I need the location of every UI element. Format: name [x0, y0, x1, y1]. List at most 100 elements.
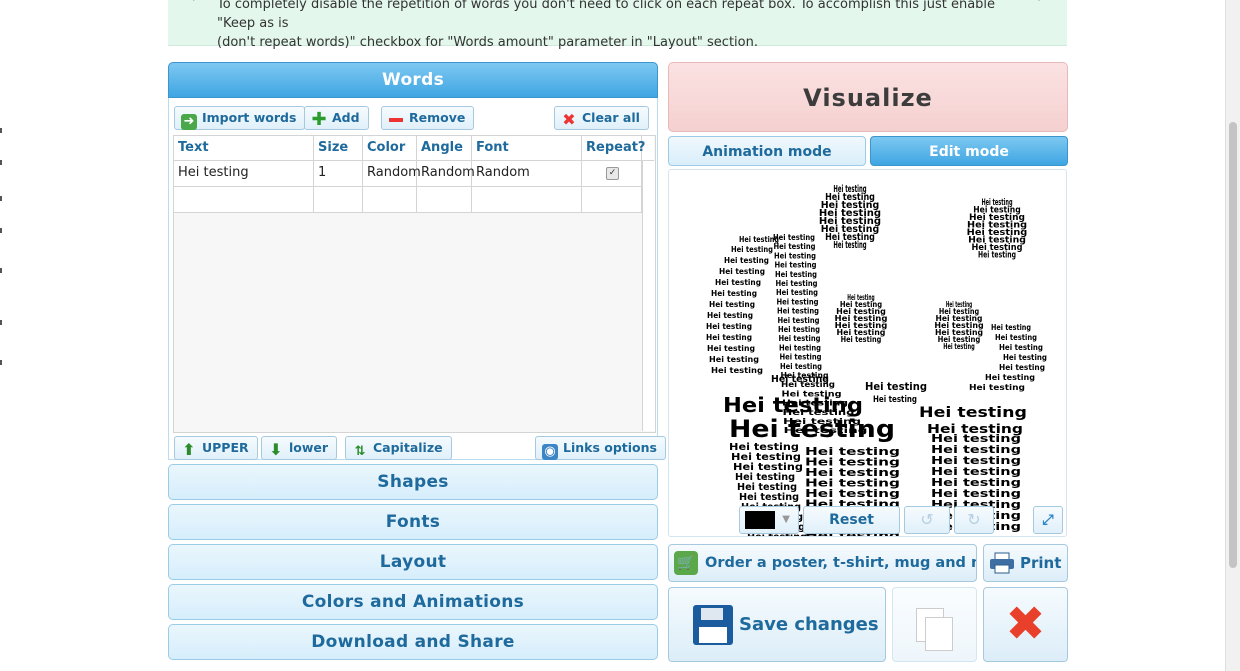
cell-color[interactable]	[363, 187, 417, 212]
layout-section-header[interactable]: Layout	[168, 544, 658, 580]
column-header-text[interactable]: Text	[174, 136, 314, 160]
animation-mode-tab[interactable]: Animation mode	[668, 136, 866, 166]
cloud-word: Hei testing	[775, 270, 817, 279]
redo-icon[interactable]: ↻	[954, 506, 994, 534]
column-header-color[interactable]: Color	[363, 136, 417, 160]
close-button[interactable]: ✖	[983, 587, 1068, 662]
fonts-section-header[interactable]: Fonts	[168, 504, 658, 540]
panda-word-cloud: Hei testingHei testingHei testingHei tes…	[706, 184, 1047, 536]
cloud-word: Hei testing	[707, 344, 755, 353]
cell-color[interactable]: Random	[363, 161, 421, 186]
lowercase-button[interactable]: ⬇ lower	[261, 436, 338, 460]
cloud-word: Hei testing	[780, 362, 822, 371]
table-scroll-gutter	[642, 161, 655, 431]
cloud-word: Hei testing	[723, 393, 863, 417]
cloud-word: Hei testing	[774, 251, 816, 260]
uppercase-button[interactable]: ⬆ UPPER	[174, 436, 258, 460]
visualize-button[interactable]: Visualize	[668, 62, 1068, 132]
cloud-word: Hei testing	[711, 289, 757, 298]
import-words-button[interactable]: ➜ Import words	[174, 106, 306, 130]
cell-text[interactable]	[174, 187, 314, 212]
tip-box: ▼ To completely disable the repetition o…	[168, 0, 1067, 50]
capitalize-label: Capitalize	[373, 440, 443, 455]
save-changes-button[interactable]: Save changes	[668, 587, 886, 662]
add-word-button[interactable]: ✚ Add	[304, 106, 369, 130]
cloud-word: Hei testing	[833, 240, 866, 251]
cloud-word: Hei testing	[776, 288, 818, 297]
fullscreen-icon[interactable]: ⤢	[1033, 506, 1063, 534]
cloud-word: Hei testing	[709, 355, 759, 364]
print-label: Print	[1020, 554, 1062, 572]
add-label: Add	[332, 110, 360, 125]
links-options-button[interactable]: ◉ Links options	[535, 436, 666, 460]
cloud-word: Hei testing	[841, 335, 882, 344]
column-header-font[interactable]: Font	[472, 136, 582, 160]
order-products-button[interactable]: 🛒 Order a poster, t-shirt, mug and more	[668, 544, 977, 582]
shapes-section-header[interactable]: Shapes	[168, 464, 658, 500]
column-header-size[interactable]: Size	[314, 136, 363, 160]
undo-icon[interactable]: ↺	[904, 506, 950, 534]
cloud-word: Hei testing	[731, 245, 773, 254]
arrow-up-icon: ⬆	[182, 440, 196, 459]
cell-size[interactable]: 1	[314, 161, 363, 186]
up-down-arrows-icon: ⇅	[354, 444, 366, 459]
tip-collapse-icon[interactable]: ▼	[1035, 0, 1043, 3]
cell-repeat: ✓	[582, 161, 642, 186]
cloud-word: Hei testing	[865, 380, 927, 393]
words-panel-header[interactable]: Words	[168, 62, 658, 98]
cell-font[interactable]: Random	[472, 161, 582, 186]
cloud-word: Hei testing	[776, 279, 818, 288]
copy-button[interactable]	[892, 587, 977, 662]
scrollbar-thumb[interactable]	[1229, 122, 1237, 568]
globe-icon: ◉	[542, 444, 558, 460]
capitalize-button[interactable]: ⇅ Capitalize	[345, 436, 452, 460]
print-button[interactable]: Print	[983, 544, 1068, 582]
cloud-word: Hei testing	[999, 343, 1043, 352]
cloud-word: Hei testing	[985, 373, 1035, 382]
cell-angle[interactable]	[417, 187, 472, 212]
column-header-repeat[interactable]: Repeat?	[582, 136, 645, 160]
save-label: Save changes	[739, 614, 879, 635]
download-share-section-header[interactable]: Download and Share	[168, 624, 658, 660]
repeat-checkbox[interactable]: ✓	[606, 167, 619, 180]
cloud-word: Hei testing	[999, 363, 1045, 372]
floppy-disk-icon	[693, 605, 733, 645]
cloud-word: Hei testing	[724, 256, 769, 265]
plus-icon: ✚	[311, 109, 327, 130]
cloud-word: Hei testing	[719, 267, 765, 276]
cell-repeat[interactable]	[582, 187, 642, 212]
tip-line-2: (don't repeat words)" checkbox for "Word…	[217, 35, 758, 50]
table-row-empty[interactable]	[174, 187, 642, 213]
cloud-word: Hei testing	[709, 300, 755, 309]
clear-all-label: Clear all	[582, 110, 640, 125]
cloud-word: Hei testing	[773, 233, 815, 242]
cloud-word: Hei testing	[1003, 353, 1047, 362]
edit-mode-tab[interactable]: Edit mode	[870, 136, 1068, 166]
cloud-word: Hei testing	[873, 395, 917, 405]
reset-button[interactable]: Reset	[803, 506, 900, 534]
cell-font[interactable]	[472, 187, 582, 212]
word-cloud-canvas[interactable]: Hei testing Hei testing Hei testing Hei tes…	[668, 169, 1067, 537]
colors-animations-section-header[interactable]: Colors and Animations	[168, 584, 658, 620]
cell-angle[interactable]: Random	[417, 161, 475, 186]
cloud-word: Hei testing	[779, 334, 821, 343]
cell-text[interactable]: Hei testing	[174, 161, 314, 186]
cloud-word: Hei testing	[779, 343, 821, 352]
cloud-word: Hei testing	[777, 297, 819, 306]
cart-icon: 🛒	[674, 551, 698, 575]
page-scrollbar[interactable]	[1225, 0, 1240, 671]
background-color-picker[interactable]: ▼	[739, 506, 799, 534]
cell-size[interactable]	[314, 187, 363, 212]
cloud-word: Hei testing	[969, 383, 1025, 392]
cloud-word: Hei testing	[778, 325, 820, 334]
clear-all-button[interactable]: ✖ Clear all	[554, 106, 649, 130]
remove-label: Remove	[409, 110, 466, 125]
cloud-word: Hei testing	[778, 316, 820, 325]
words-table-header: Text Size Color Angle Font Repeat?	[174, 136, 654, 161]
chevron-down-icon: ▼	[782, 514, 790, 525]
remove-word-button[interactable]: Remove	[381, 106, 475, 130]
column-header-angle[interactable]: Angle	[417, 136, 472, 160]
cloud-word: Hei testing	[707, 311, 753, 320]
table-row[interactable]: Hei testing 1 Random Random Random ✓	[174, 161, 642, 187]
upper-label: UPPER	[202, 440, 249, 455]
